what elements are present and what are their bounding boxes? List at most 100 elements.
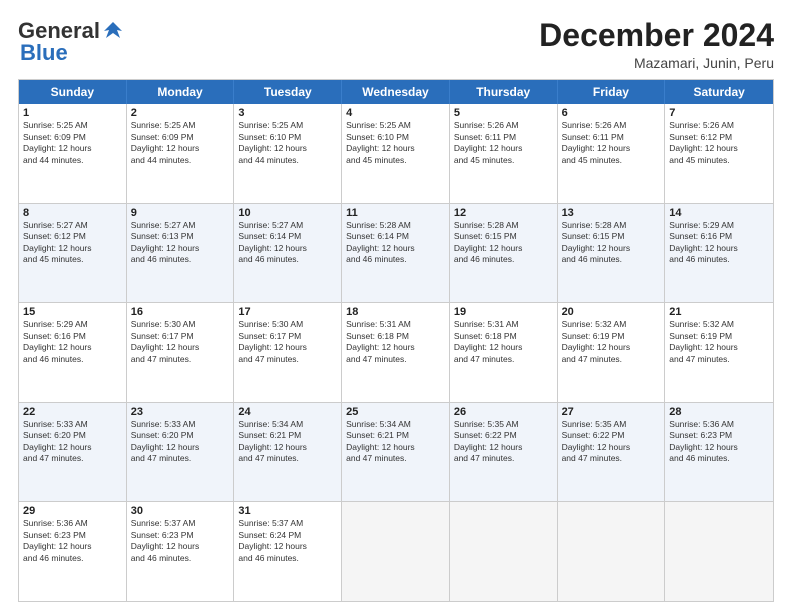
- day-cell-15: 15Sunrise: 5:29 AM Sunset: 6:16 PM Dayli…: [19, 303, 127, 402]
- header-day-wednesday: Wednesday: [342, 80, 450, 104]
- day-cell-9: 9Sunrise: 5:27 AM Sunset: 6:13 PM Daylig…: [127, 204, 235, 303]
- header-day-sunday: Sunday: [19, 80, 127, 104]
- day-cell-31: 31Sunrise: 5:37 AM Sunset: 6:24 PM Dayli…: [234, 502, 342, 601]
- day-info: Sunrise: 5:34 AM Sunset: 6:21 PM Dayligh…: [238, 419, 337, 465]
- calendar-week-3: 15Sunrise: 5:29 AM Sunset: 6:16 PM Dayli…: [19, 302, 773, 402]
- month-year: December 2024: [539, 18, 774, 53]
- day-info: Sunrise: 5:35 AM Sunset: 6:22 PM Dayligh…: [562, 419, 661, 465]
- empty-cell: [450, 502, 558, 601]
- day-info: Sunrise: 5:28 AM Sunset: 6:15 PM Dayligh…: [454, 220, 553, 266]
- header-day-saturday: Saturday: [665, 80, 773, 104]
- calendar-week-4: 22Sunrise: 5:33 AM Sunset: 6:20 PM Dayli…: [19, 402, 773, 502]
- day-cell-6: 6Sunrise: 5:26 AM Sunset: 6:11 PM Daylig…: [558, 104, 666, 203]
- day-info: Sunrise: 5:25 AM Sunset: 6:10 PM Dayligh…: [238, 120, 337, 166]
- day-number: 6: [562, 107, 661, 119]
- day-info: Sunrise: 5:30 AM Sunset: 6:17 PM Dayligh…: [238, 319, 337, 365]
- day-number: 8: [23, 207, 122, 219]
- day-cell-16: 16Sunrise: 5:30 AM Sunset: 6:17 PM Dayli…: [127, 303, 235, 402]
- day-cell-22: 22Sunrise: 5:33 AM Sunset: 6:20 PM Dayli…: [19, 403, 127, 502]
- day-info: Sunrise: 5:33 AM Sunset: 6:20 PM Dayligh…: [131, 419, 230, 465]
- day-cell-25: 25Sunrise: 5:34 AM Sunset: 6:21 PM Dayli…: [342, 403, 450, 502]
- logo: General Blue: [18, 18, 124, 66]
- calendar-week-5: 29Sunrise: 5:36 AM Sunset: 6:23 PM Dayli…: [19, 501, 773, 601]
- day-cell-11: 11Sunrise: 5:28 AM Sunset: 6:14 PM Dayli…: [342, 204, 450, 303]
- calendar: SundayMondayTuesdayWednesdayThursdayFrid…: [18, 79, 774, 602]
- day-cell-7: 7Sunrise: 5:26 AM Sunset: 6:12 PM Daylig…: [665, 104, 773, 203]
- day-number: 18: [346, 306, 445, 318]
- day-info: Sunrise: 5:37 AM Sunset: 6:24 PM Dayligh…: [238, 518, 337, 564]
- day-cell-24: 24Sunrise: 5:34 AM Sunset: 6:21 PM Dayli…: [234, 403, 342, 502]
- day-info: Sunrise: 5:28 AM Sunset: 6:15 PM Dayligh…: [562, 220, 661, 266]
- header: General Blue December 2024 Mazamari, Jun…: [18, 18, 774, 71]
- location: Mazamari, Junin, Peru: [539, 55, 774, 71]
- logo-blue: Blue: [20, 40, 68, 66]
- calendar-header: SundayMondayTuesdayWednesdayThursdayFrid…: [19, 80, 773, 104]
- page: General Blue December 2024 Mazamari, Jun…: [0, 0, 792, 612]
- day-cell-27: 27Sunrise: 5:35 AM Sunset: 6:22 PM Dayli…: [558, 403, 666, 502]
- day-cell-14: 14Sunrise: 5:29 AM Sunset: 6:16 PM Dayli…: [665, 204, 773, 303]
- day-cell-21: 21Sunrise: 5:32 AM Sunset: 6:19 PM Dayli…: [665, 303, 773, 402]
- day-info: Sunrise: 5:25 AM Sunset: 6:09 PM Dayligh…: [131, 120, 230, 166]
- day-number: 27: [562, 406, 661, 418]
- day-number: 29: [23, 505, 122, 517]
- day-info: Sunrise: 5:33 AM Sunset: 6:20 PM Dayligh…: [23, 419, 122, 465]
- day-info: Sunrise: 5:34 AM Sunset: 6:21 PM Dayligh…: [346, 419, 445, 465]
- title-block: December 2024 Mazamari, Junin, Peru: [539, 18, 774, 71]
- day-number: 12: [454, 207, 553, 219]
- logo-bird-icon: [102, 20, 124, 42]
- empty-cell: [558, 502, 666, 601]
- day-info: Sunrise: 5:31 AM Sunset: 6:18 PM Dayligh…: [454, 319, 553, 365]
- day-number: 21: [669, 306, 769, 318]
- day-cell-12: 12Sunrise: 5:28 AM Sunset: 6:15 PM Dayli…: [450, 204, 558, 303]
- day-number: 28: [669, 406, 769, 418]
- day-number: 24: [238, 406, 337, 418]
- day-cell-13: 13Sunrise: 5:28 AM Sunset: 6:15 PM Dayli…: [558, 204, 666, 303]
- day-cell-17: 17Sunrise: 5:30 AM Sunset: 6:17 PM Dayli…: [234, 303, 342, 402]
- day-cell-23: 23Sunrise: 5:33 AM Sunset: 6:20 PM Dayli…: [127, 403, 235, 502]
- day-info: Sunrise: 5:32 AM Sunset: 6:19 PM Dayligh…: [669, 319, 769, 365]
- day-cell-18: 18Sunrise: 5:31 AM Sunset: 6:18 PM Dayli…: [342, 303, 450, 402]
- day-number: 10: [238, 207, 337, 219]
- day-number: 22: [23, 406, 122, 418]
- day-info: Sunrise: 5:37 AM Sunset: 6:23 PM Dayligh…: [131, 518, 230, 564]
- day-cell-8: 8Sunrise: 5:27 AM Sunset: 6:12 PM Daylig…: [19, 204, 127, 303]
- day-info: Sunrise: 5:36 AM Sunset: 6:23 PM Dayligh…: [669, 419, 769, 465]
- day-info: Sunrise: 5:30 AM Sunset: 6:17 PM Dayligh…: [131, 319, 230, 365]
- day-cell-5: 5Sunrise: 5:26 AM Sunset: 6:11 PM Daylig…: [450, 104, 558, 203]
- day-number: 4: [346, 107, 445, 119]
- day-number: 23: [131, 406, 230, 418]
- day-info: Sunrise: 5:25 AM Sunset: 6:09 PM Dayligh…: [23, 120, 122, 166]
- day-info: Sunrise: 5:25 AM Sunset: 6:10 PM Dayligh…: [346, 120, 445, 166]
- day-cell-28: 28Sunrise: 5:36 AM Sunset: 6:23 PM Dayli…: [665, 403, 773, 502]
- day-number: 15: [23, 306, 122, 318]
- day-info: Sunrise: 5:28 AM Sunset: 6:14 PM Dayligh…: [346, 220, 445, 266]
- day-info: Sunrise: 5:26 AM Sunset: 6:11 PM Dayligh…: [562, 120, 661, 166]
- day-info: Sunrise: 5:27 AM Sunset: 6:12 PM Dayligh…: [23, 220, 122, 266]
- day-number: 17: [238, 306, 337, 318]
- day-number: 30: [131, 505, 230, 517]
- day-info: Sunrise: 5:27 AM Sunset: 6:13 PM Dayligh…: [131, 220, 230, 266]
- calendar-week-2: 8Sunrise: 5:27 AM Sunset: 6:12 PM Daylig…: [19, 203, 773, 303]
- day-info: Sunrise: 5:26 AM Sunset: 6:11 PM Dayligh…: [454, 120, 553, 166]
- header-day-thursday: Thursday: [450, 80, 558, 104]
- day-cell-2: 2Sunrise: 5:25 AM Sunset: 6:09 PM Daylig…: [127, 104, 235, 203]
- day-number: 5: [454, 107, 553, 119]
- day-cell-4: 4Sunrise: 5:25 AM Sunset: 6:10 PM Daylig…: [342, 104, 450, 203]
- day-cell-1: 1Sunrise: 5:25 AM Sunset: 6:09 PM Daylig…: [19, 104, 127, 203]
- day-info: Sunrise: 5:29 AM Sunset: 6:16 PM Dayligh…: [23, 319, 122, 365]
- day-info: Sunrise: 5:35 AM Sunset: 6:22 PM Dayligh…: [454, 419, 553, 465]
- empty-cell: [342, 502, 450, 601]
- header-day-tuesday: Tuesday: [234, 80, 342, 104]
- day-info: Sunrise: 5:26 AM Sunset: 6:12 PM Dayligh…: [669, 120, 769, 166]
- day-number: 1: [23, 107, 122, 119]
- day-cell-26: 26Sunrise: 5:35 AM Sunset: 6:22 PM Dayli…: [450, 403, 558, 502]
- day-number: 9: [131, 207, 230, 219]
- day-info: Sunrise: 5:31 AM Sunset: 6:18 PM Dayligh…: [346, 319, 445, 365]
- day-cell-29: 29Sunrise: 5:36 AM Sunset: 6:23 PM Dayli…: [19, 502, 127, 601]
- day-number: 13: [562, 207, 661, 219]
- day-number: 3: [238, 107, 337, 119]
- empty-cell: [665, 502, 773, 601]
- day-number: 20: [562, 306, 661, 318]
- calendar-week-1: 1Sunrise: 5:25 AM Sunset: 6:09 PM Daylig…: [19, 104, 773, 203]
- day-number: 2: [131, 107, 230, 119]
